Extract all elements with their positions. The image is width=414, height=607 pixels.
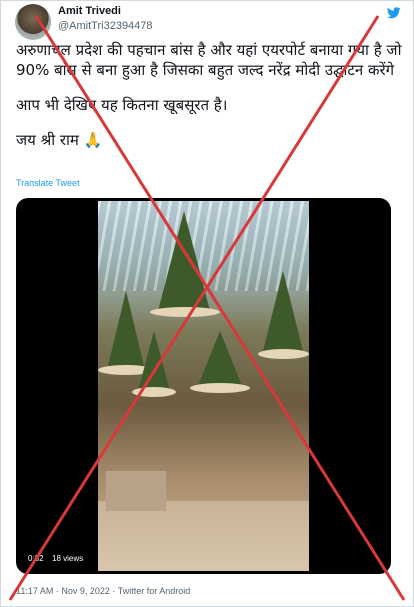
tweet-line-3: जय श्री राम 🙏 <box>16 131 103 149</box>
bamboo-tree-image-part <box>158 211 210 311</box>
avatar[interactable] <box>15 4 51 40</box>
checkin-counter-image-part <box>106 471 166 511</box>
author-handle[interactable]: @AmitTri32394478 <box>58 20 153 32</box>
floor-image-part <box>98 501 309 571</box>
bamboo-tree-image-part <box>198 331 242 386</box>
author-name[interactable]: Amit Trivedi <box>58 5 121 17</box>
airport-interior-image <box>98 201 309 571</box>
video-timecode: 0:32 <box>28 554 44 563</box>
planter-image-part <box>132 387 176 397</box>
tweet-line-2: आप भी देखिए यह कितना खूबसूरत है। <box>16 96 228 114</box>
translate-tweet-link[interactable]: Translate Tweet <box>16 178 80 188</box>
planter-image-part <box>190 383 250 393</box>
video-views: 18 views <box>52 554 84 563</box>
twitter-bird-icon[interactable] <box>387 7 401 19</box>
planter-image-part <box>150 307 220 317</box>
bamboo-tree-image-part <box>138 331 170 391</box>
tweet-line-1: अरुणाचल प्रदेश की पहचान बांस है और यहां … <box>16 41 402 79</box>
planter-image-part <box>258 349 309 359</box>
video-player[interactable]: 0:32 18 views <box>16 198 391 574</box>
tweet-text: अरुणाचल प्रदेश की पहचान बांस है और यहां … <box>16 40 408 150</box>
bamboo-tree-image-part <box>263 271 303 351</box>
tweet-meta: 11:17 AM · Nov 9, 2022 · Twitter for And… <box>16 586 191 596</box>
